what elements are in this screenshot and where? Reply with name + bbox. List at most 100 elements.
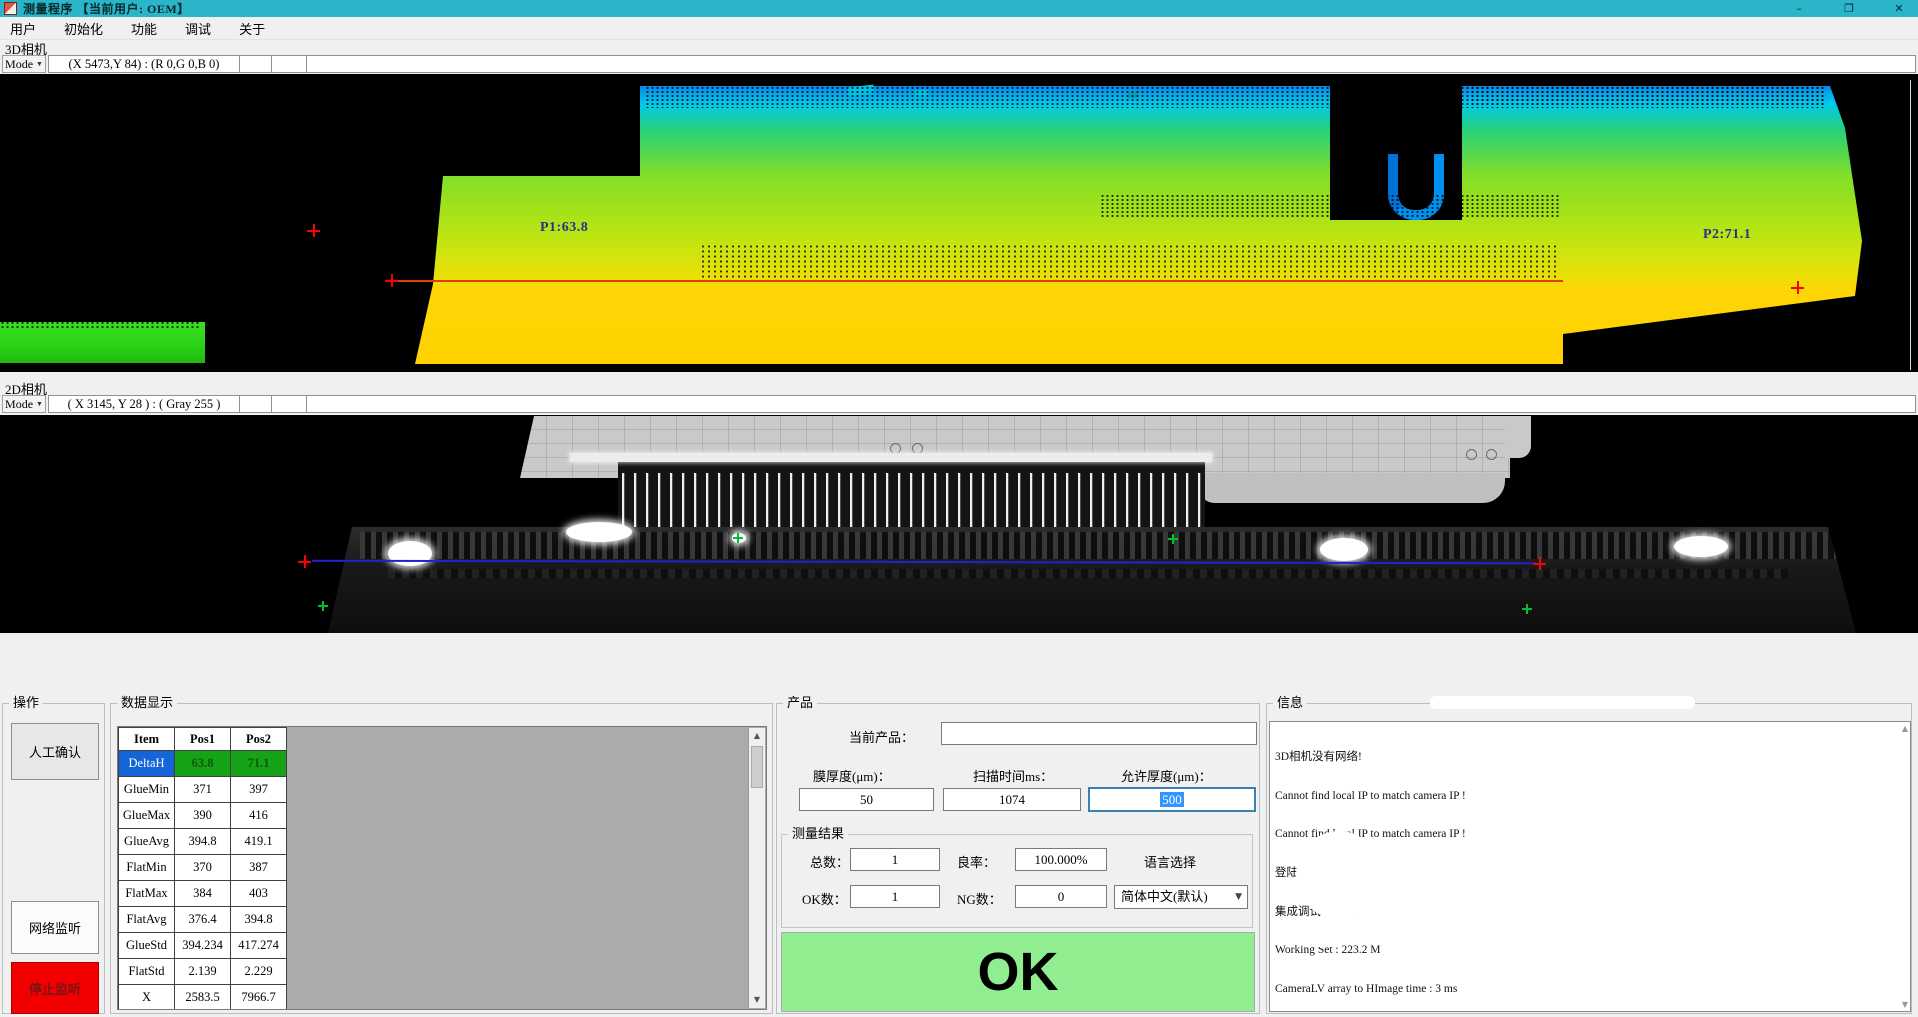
menu-about[interactable]: 关于 bbox=[229, 17, 275, 40]
chevron-down-icon: ▼ bbox=[36, 400, 43, 408]
toolbar-cell bbox=[239, 55, 272, 73]
camera2d-image-view[interactable] bbox=[0, 415, 1918, 633]
device-base bbox=[328, 527, 1856, 633]
language-selected-value: 简体中文(默认) bbox=[1121, 889, 1208, 904]
result-status-text: OK bbox=[978, 941, 1059, 1003]
film-thickness-input[interactable]: 50 bbox=[799, 788, 934, 811]
red-cross-marker bbox=[385, 274, 398, 287]
table-scrollbar[interactable]: ▲ ▼ bbox=[748, 728, 765, 1008]
table-row[interactable]: FlatMin 370 387 bbox=[119, 855, 287, 881]
operation-title: 操作 bbox=[9, 695, 43, 710]
redaction-smear bbox=[1430, 696, 1695, 709]
table-row[interactable]: FlatMax 384 403 bbox=[119, 881, 287, 907]
table-row[interactable]: GlueMin 371 397 bbox=[119, 777, 287, 803]
red-cross-marker bbox=[298, 555, 311, 568]
ok-count-input[interactable]: 1 bbox=[850, 885, 940, 908]
pcb-mark bbox=[1486, 449, 1497, 460]
table-row[interactable]: GlueStd 394.234 417.274 bbox=[119, 933, 287, 959]
close-icon[interactable]: ✕ bbox=[1886, 1, 1912, 16]
noise-band bbox=[1100, 194, 1560, 218]
maximize-icon[interactable]: ❐ bbox=[1836, 1, 1862, 16]
col-pos1: Pos1 bbox=[175, 728, 231, 751]
measure-result-title: 测量结果 bbox=[788, 826, 848, 841]
total-label: 总数： bbox=[810, 852, 849, 871]
pixel-status-2d: ( X 3145, Y 28 ) : ( Gray 255 ) bbox=[48, 395, 240, 413]
scroll-down-icon[interactable]: ▼ bbox=[1902, 1000, 1908, 1009]
table-row[interactable]: DeltaH 63.8 71.1 bbox=[119, 751, 287, 777]
glue-blob bbox=[1674, 536, 1728, 557]
table-row[interactable]: FlatStd 2.139 2.229 bbox=[119, 959, 287, 985]
camera3d-image-view[interactable]: P1:63.8 P2:71.1 bbox=[0, 74, 1918, 372]
minimize-icon[interactable]: – bbox=[1786, 1, 1812, 16]
mode-dropdown-3d[interactable]: Mode ▼ bbox=[2, 55, 46, 73]
pcb-mark bbox=[1466, 449, 1477, 460]
red-cross-marker bbox=[307, 224, 320, 237]
col-pos2: Pos2 bbox=[231, 728, 287, 751]
language-label: 语言选择 bbox=[1144, 852, 1196, 871]
glue-blob bbox=[388, 541, 432, 566]
product-panel: 产品 当前产品： g1 膜厚度(μm)： 扫描时间ms： 允许厚度(μm)： 5… bbox=[776, 703, 1260, 1014]
network-listen-button[interactable]: 网络监听 bbox=[11, 901, 99, 954]
chevron-down-icon: ▼ bbox=[36, 60, 43, 68]
camera3d-toolbar: Mode ▼ (X 5473,Y 84) : (R 0,G 0,B 0) bbox=[0, 55, 1918, 74]
scan-time-input[interactable]: 1074 bbox=[943, 788, 1081, 811]
chevron-down-icon: ▼ bbox=[1235, 886, 1242, 908]
toolbar-cell bbox=[239, 395, 272, 413]
camera3d-label: 3D相机 bbox=[5, 39, 47, 54]
green-cross-marker bbox=[1168, 534, 1178, 544]
scan-time-label: 扫描时间ms： bbox=[973, 766, 1053, 785]
app-icon bbox=[4, 2, 17, 15]
col-item: Item bbox=[119, 728, 175, 751]
allow-thickness-label: 允许厚度(μm)： bbox=[1121, 766, 1212, 785]
table-row[interactable]: GlueMax 390 416 bbox=[119, 803, 287, 829]
ng-count-input[interactable]: 0 bbox=[1015, 885, 1107, 908]
film-thickness-label: 膜厚度(μm)： bbox=[813, 766, 891, 785]
data-grid[interactable]: Item Pos1 Pos2 DeltaH 63.8 71.1 GlueMin … bbox=[117, 726, 767, 1010]
ok-count-label: OK数： bbox=[802, 889, 847, 908]
data-display-panel: 数据显示 Item Pos1 Pos2 DeltaH 63.8 71.1 Glu… bbox=[110, 703, 773, 1014]
table-row[interactable]: X 2583.5 7966.7 bbox=[119, 985, 287, 1011]
scroll-up-icon[interactable]: ▲ bbox=[749, 728, 765, 744]
mode-dropdown-2d[interactable]: Mode ▼ bbox=[2, 395, 46, 413]
yield-label: 良率： bbox=[957, 852, 996, 871]
menu-function[interactable]: 功能 bbox=[121, 17, 167, 40]
measure-label-p2: P2:71.1 bbox=[1703, 227, 1751, 243]
selected-text: 500 bbox=[1160, 792, 1184, 807]
camera2d-toolbar: Mode ▼ ( X 3145, Y 28 ) : ( Gray 255 ) bbox=[0, 395, 1918, 414]
red-cross-marker bbox=[1533, 557, 1546, 570]
glue-blob bbox=[566, 522, 632, 542]
redaction-smear bbox=[1022, 724, 1140, 743]
scroll-up-icon[interactable]: ▲ bbox=[1902, 724, 1908, 733]
measure-result-group: 测量结果 总数： 1 良率： 100.000% 语言选择 OK数： 1 NG数：… bbox=[781, 834, 1253, 928]
yield-input[interactable]: 100.000% bbox=[1015, 848, 1107, 871]
manual-confirm-button[interactable]: 人工确认 bbox=[11, 723, 99, 780]
measurement-table: Item Pos1 Pos2 DeltaH 63.8 71.1 GlueMin … bbox=[118, 727, 287, 1010]
green-cross-marker bbox=[318, 601, 328, 611]
table-row[interactable]: GlueAvg 394.8 419.1 bbox=[119, 829, 287, 855]
allow-thickness-input[interactable]: 500 bbox=[1088, 787, 1256, 812]
toolbar-cell bbox=[306, 395, 1916, 413]
scrollbar-thumb[interactable] bbox=[751, 746, 763, 788]
title-bar[interactable]: 测量程序 【当前用户: OEM】 – ❐ ✕ bbox=[0, 0, 1918, 17]
menu-debug[interactable]: 调试 bbox=[175, 17, 221, 40]
solder-row-faint bbox=[388, 569, 1788, 578]
redaction-smear bbox=[1306, 934, 1336, 947]
menu-bar: 用户 初始化 功能 调试 关于 bbox=[0, 17, 1918, 40]
mode-label-3d: Mode bbox=[5, 57, 33, 72]
table-row[interactable]: FlatAvg 376.4 394.8 bbox=[119, 907, 287, 933]
heightmap-body bbox=[385, 86, 1862, 365]
green-cross-marker bbox=[733, 533, 743, 543]
product-title: 产品 bbox=[783, 695, 817, 710]
table-header-row: Item Pos1 Pos2 bbox=[119, 728, 287, 751]
language-select[interactable]: 简体中文(默认) ▼ bbox=[1114, 885, 1248, 909]
stop-listen-button[interactable]: 停止监听 bbox=[11, 962, 99, 1014]
menu-user[interactable]: 用户 bbox=[0, 17, 46, 40]
total-input[interactable]: 1 bbox=[850, 848, 940, 871]
redaction-smear bbox=[1502, 916, 1852, 930]
scroll-down-icon[interactable]: ▼ bbox=[749, 992, 765, 1008]
toolbar-cell bbox=[271, 55, 307, 73]
measurement-app-window: 测量程序 【当前用户: OEM】 – ❐ ✕ 用户 初始化 功能 调试 关于 3… bbox=[0, 0, 1918, 1017]
menu-init[interactable]: 初始化 bbox=[54, 17, 113, 40]
measure-line-red bbox=[391, 280, 1563, 282]
mode-label-2d: Mode bbox=[5, 397, 33, 412]
